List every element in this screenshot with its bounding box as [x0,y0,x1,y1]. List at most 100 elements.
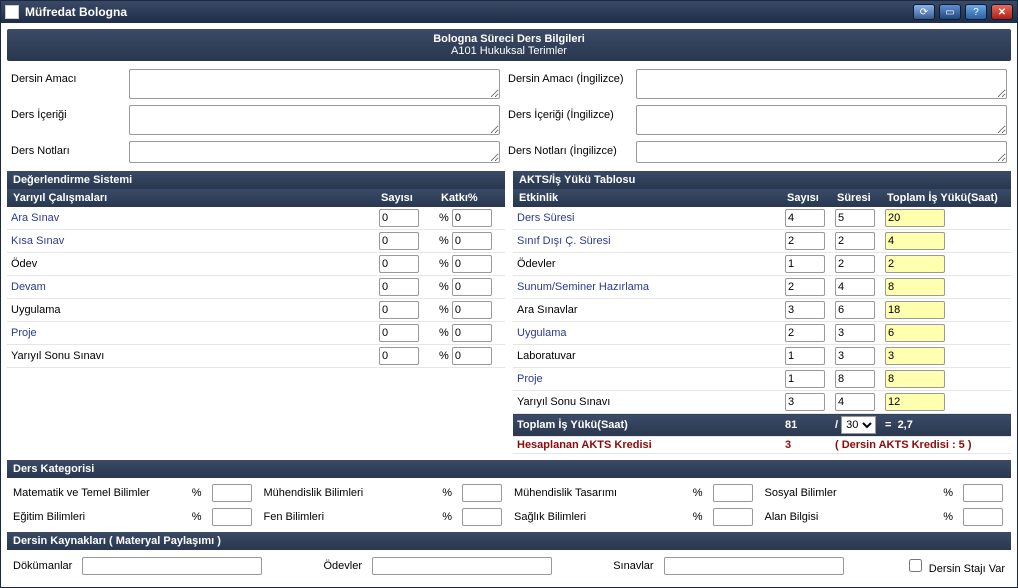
akts-row-count[interactable] [785,370,825,388]
eval-row-count[interactable] [379,301,419,319]
akts-row-total[interactable] [885,347,945,365]
akts-row-count[interactable] [785,278,825,296]
akts-row-total[interactable] [885,209,945,227]
akts-result: 2,7 [898,419,913,431]
pct-symbol: % [434,487,452,499]
akts-row-count[interactable] [785,232,825,250]
input-docs[interactable] [82,557,262,575]
akts-row-total[interactable] [885,301,945,319]
eval-row-pct[interactable] [452,209,492,227]
category-input[interactable] [713,508,753,526]
label-exams: Sınavlar [613,560,653,572]
akts-row: Yarıyıl Sonu Sınavı [513,391,1011,414]
eval-row-label[interactable]: Ara Sınav [11,212,59,224]
eval-row-count[interactable] [379,209,419,227]
window: Müfredat Bologna ⟳ ▭ ? ✕ Bologna Süreci … [0,0,1018,588]
eval-row: Yarıyıl Sonu Sınavı% [7,345,505,368]
category-input[interactable] [462,484,502,502]
akts-row-count[interactable] [785,324,825,342]
eval-row-count[interactable] [379,255,419,273]
akts-row-total[interactable] [885,255,945,273]
akts-row-count[interactable] [785,301,825,319]
akts-row: Laboratuvar [513,345,1011,368]
input-hw[interactable] [372,557,552,575]
pct-prefix: % [439,258,449,270]
eval-row-count[interactable] [379,232,419,250]
category-input[interactable] [212,484,252,502]
akts-row-total[interactable] [885,278,945,296]
akts-row-dur[interactable] [835,278,875,296]
akts-row-label[interactable]: Uygulama [517,327,567,339]
eval-row-label: Uygulama [11,304,61,316]
pct-prefix: % [439,327,449,339]
akts-h-total: Toplam İş Yükü(Saat) [881,189,1011,207]
refresh-button[interactable]: ⟳ [913,4,935,20]
akts-row-count[interactable] [785,255,825,273]
intern-checkbox-label[interactable]: Dersin Stajı Var [905,556,1005,575]
akts-calc-value: 3 [781,437,831,454]
akts-row-dur[interactable] [835,370,875,388]
akts-row-dur[interactable] [835,347,875,365]
akts-row-count[interactable] [785,393,825,411]
akts-h-count: Sayısı [781,189,831,207]
category-section-title: Ders Kategorisi [7,460,1011,478]
eval-row-pct[interactable] [452,347,492,365]
akts-row-dur[interactable] [835,393,875,411]
pct-symbol: % [685,487,703,499]
category-input[interactable] [713,484,753,502]
eval-row-pct[interactable] [452,301,492,319]
akts-total-label: Toplam İş Yükü(Saat) [513,414,781,437]
eval-row-pct[interactable] [452,324,492,342]
eval-row: Ara Sınav% [7,207,505,230]
input-exams[interactable] [664,557,844,575]
akts-row-label: Ödevler [517,258,556,270]
akts-row-label[interactable]: Sunum/Seminer Hazırlama [517,281,649,293]
category-input[interactable] [963,508,1003,526]
minimize-button[interactable]: ▭ [939,4,961,20]
close-button[interactable]: ✕ [991,4,1013,20]
eval-row-label[interactable]: Devam [11,281,46,293]
eval-row-pct[interactable] [452,255,492,273]
akts-h-dur: Süresi [831,189,881,207]
akts-row-count[interactable] [785,209,825,227]
akts-row-dur[interactable] [835,301,875,319]
category-input[interactable] [462,508,502,526]
input-icerik[interactable] [129,105,500,135]
akts-row-label[interactable]: Ders Süresi [517,212,574,224]
akts-row-dur[interactable] [835,324,875,342]
akts-row-label[interactable]: Proje [517,373,543,385]
akts-row-total[interactable] [885,324,945,342]
eval-row-label[interactable]: Proje [11,327,37,339]
eval-row-pct[interactable] [452,232,492,250]
akts-row-label[interactable]: Sınıf Dışı Ç. Süresi [517,235,611,247]
eval-row-label: Yarıyıl Sonu Sınavı [11,350,104,362]
akts-row-total[interactable] [885,393,945,411]
resources-section-title: Dersin Kaynakları ( Materyal Paylaşımı ) [7,532,1011,550]
eval-row-label[interactable]: Kısa Sınav [11,235,64,247]
eval-row-pct[interactable] [452,278,492,296]
akts-row: Sınıf Dışı Ç. Süresi [513,230,1011,253]
akts-row-dur[interactable] [835,232,875,250]
eval-row-count[interactable] [379,347,419,365]
akts-row-total[interactable] [885,370,945,388]
category-label: Alan Bilgisi [765,511,926,523]
input-amac-en[interactable] [636,69,1007,99]
help-button[interactable]: ? [965,4,987,20]
akts-row-dur[interactable] [835,255,875,273]
akts-row-dur[interactable] [835,209,875,227]
akts-row-total[interactable] [885,232,945,250]
input-not[interactable] [129,141,500,163]
category-label: Mühendislik Bilimleri [264,487,425,499]
category-input[interactable] [963,484,1003,502]
input-icerik-en[interactable] [636,105,1007,135]
input-amac[interactable] [129,69,500,99]
eval-row-count[interactable] [379,278,419,296]
akts-section-title: AKTS/İş Yükü Tablosu [513,171,1011,189]
pct-symbol: % [685,511,703,523]
akts-divisor-select[interactable]: 30 [841,416,876,434]
category-input[interactable] [212,508,252,526]
input-not-en[interactable] [636,141,1007,163]
akts-row-count[interactable] [785,347,825,365]
eval-row-count[interactable] [379,324,419,342]
intern-checkbox[interactable] [909,559,922,572]
